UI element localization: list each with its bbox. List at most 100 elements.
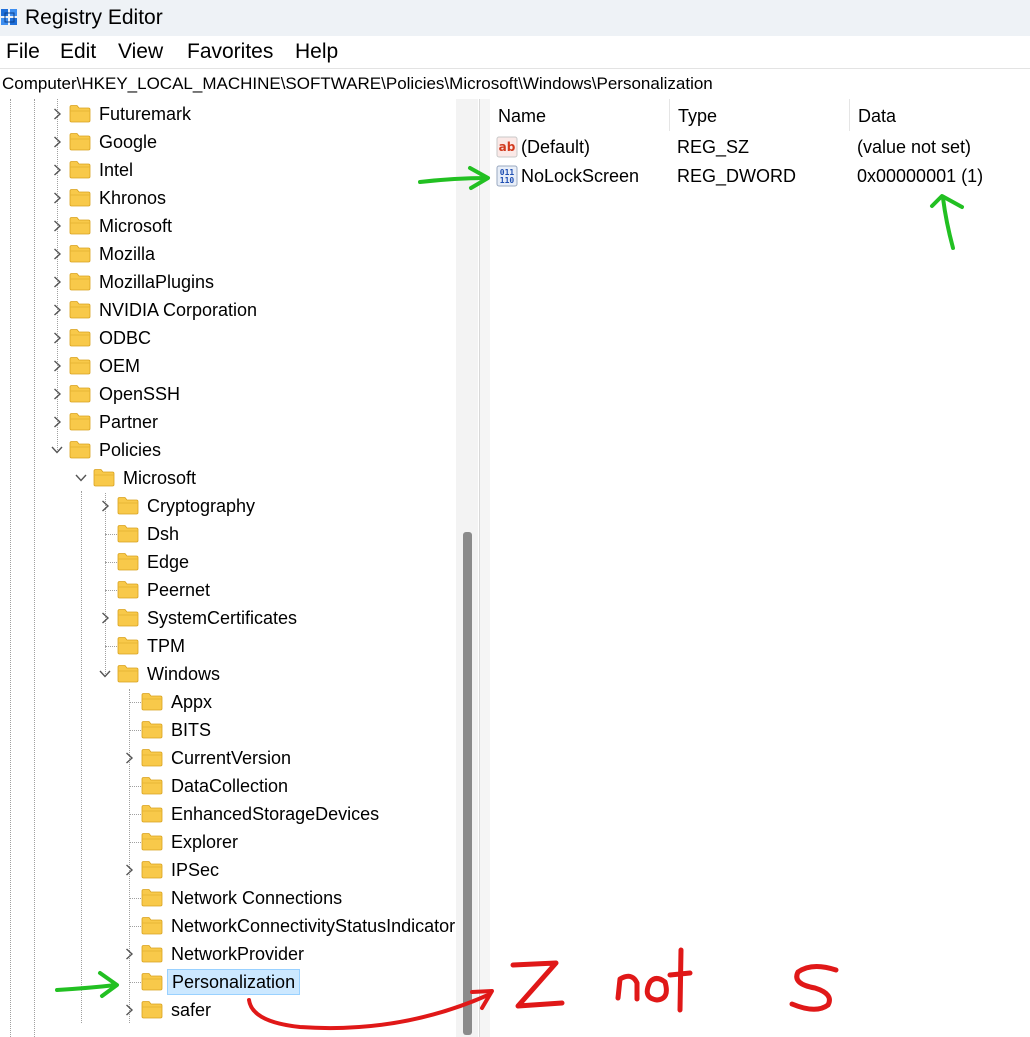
tree-node[interactable]: Futuremark bbox=[51, 101, 470, 127]
tree-node-label[interactable]: DataCollection bbox=[167, 774, 292, 798]
menu-edit[interactable]: Edit bbox=[60, 39, 96, 65]
chevron-right-icon[interactable] bbox=[99, 612, 111, 624]
chevron-right-icon[interactable] bbox=[51, 248, 63, 260]
tree-node-label[interactable]: OpenSSH bbox=[95, 382, 184, 406]
tree-node[interactable]: OpenSSH bbox=[51, 381, 470, 407]
tree-node-label[interactable]: Appx bbox=[167, 690, 216, 714]
column-header-type[interactable]: Type bbox=[670, 99, 850, 131]
tree-node-label[interactable]: Dsh bbox=[143, 522, 183, 546]
tree-node-label[interactable]: Explorer bbox=[167, 830, 242, 854]
tree-node[interactable]: Microsoft bbox=[51, 213, 470, 239]
tree-node-label[interactable]: Personalization bbox=[167, 969, 301, 995]
tree-node-label[interactable]: Peernet bbox=[143, 578, 214, 602]
tree-node-label[interactable]: Google bbox=[95, 130, 161, 154]
tree-node-label[interactable]: SystemCertificates bbox=[143, 606, 301, 630]
chevron-right-icon[interactable] bbox=[123, 864, 135, 876]
tree-scrollbar-thumb[interactable] bbox=[463, 532, 472, 1035]
tree-node-label[interactable]: Cryptography bbox=[143, 494, 259, 518]
tree-node-label[interactable]: NetworkConnectivityStatusIndicator bbox=[167, 914, 459, 938]
tree-node[interactable]: EnhancedStorageDevices bbox=[123, 801, 470, 827]
tree-node[interactable]: Peernet bbox=[99, 577, 470, 603]
tree-node-label[interactable]: Microsoft bbox=[119, 466, 200, 490]
tree-node[interactable]: Explorer bbox=[123, 829, 470, 855]
chevron-right-icon[interactable] bbox=[51, 416, 63, 428]
address-bar[interactable]: Computer\HKEY_LOCAL_MACHINE\SOFTWARE\Pol… bbox=[0, 68, 1030, 100]
tree-node-label[interactable]: Partner bbox=[95, 410, 162, 434]
column-header-data[interactable]: Data bbox=[850, 99, 1030, 131]
chevron-right-icon[interactable] bbox=[51, 108, 63, 120]
tree-node-label[interactable]: NetworkProvider bbox=[167, 942, 308, 966]
tree-node-label[interactable]: IPSec bbox=[167, 858, 223, 882]
chevron-right-icon[interactable] bbox=[51, 192, 63, 204]
menu-help[interactable]: Help bbox=[295, 39, 338, 65]
chevron-down-icon[interactable] bbox=[99, 668, 111, 680]
tree-node-label[interactable]: CurrentVersion bbox=[167, 746, 295, 770]
tree-node[interactable]: MozillaPlugins bbox=[51, 269, 470, 295]
chevron-right-icon[interactable] bbox=[123, 1004, 135, 1016]
tree-node[interactable]: Khronos bbox=[51, 185, 470, 211]
tree-node[interactable]: NVIDIA Corporation bbox=[51, 297, 470, 323]
chevron-down-icon[interactable] bbox=[75, 472, 87, 484]
tree-node-label[interactable]: Mozilla bbox=[95, 242, 159, 266]
tree-node[interactable]: SystemCertificates bbox=[99, 605, 470, 631]
tree-node-label[interactable]: MozillaPlugins bbox=[95, 270, 218, 294]
registry-tree[interactable]: Futuremark Google Intel Khronos Microsoft Moz… bbox=[0, 99, 479, 1037]
tree-node-label[interactable]: NVIDIA Corporation bbox=[95, 298, 261, 322]
column-header-name[interactable]: Name bbox=[490, 99, 670, 131]
value-row-nolockscreen[interactable]: 011 110 NoLockScreen REG_DWORD 0x0000000… bbox=[490, 162, 1030, 190]
tree-node[interactable]: Intel bbox=[51, 157, 470, 183]
tree-node[interactable]: BITS bbox=[123, 717, 470, 743]
values-pane[interactable]: Name Type Data ab (Default) REG_SZ (valu… bbox=[490, 99, 1030, 1037]
tree-node-label[interactable]: BITS bbox=[167, 718, 215, 742]
chevron-right-icon[interactable] bbox=[51, 304, 63, 316]
tree-node[interactable]: Edge bbox=[99, 549, 470, 575]
tree-node[interactable]: Mozilla bbox=[51, 241, 470, 267]
tree-node[interactable]: DataCollection bbox=[123, 773, 470, 799]
chevron-right-icon[interactable] bbox=[123, 752, 135, 764]
tree-node[interactable]: Google bbox=[51, 129, 470, 155]
menu-view[interactable]: View bbox=[118, 39, 163, 65]
tree-node-label[interactable]: safer bbox=[167, 998, 215, 1022]
tree-node-label[interactable]: Futuremark bbox=[95, 102, 195, 126]
menu-favorites[interactable]: Favorites bbox=[187, 39, 273, 65]
chevron-right-icon[interactable] bbox=[51, 136, 63, 148]
tree-node[interactable]: Windows bbox=[99, 661, 470, 687]
chevron-right-icon[interactable] bbox=[51, 164, 63, 176]
tree-node[interactable]: Personalization bbox=[123, 969, 470, 995]
tree-node[interactable]: CurrentVersion bbox=[123, 745, 470, 771]
tree-node[interactable]: NetworkConnectivityStatusIndicator bbox=[123, 913, 470, 939]
value-row-default[interactable]: ab (Default) REG_SZ (value not set) bbox=[490, 133, 1030, 161]
tree-node-label[interactable]: Network Connections bbox=[167, 886, 346, 910]
chevron-right-icon[interactable] bbox=[51, 276, 63, 288]
menu-file[interactable]: File bbox=[6, 39, 40, 65]
tree-node[interactable]: Microsoft bbox=[75, 465, 470, 491]
tree-node-label[interactable]: Microsoft bbox=[95, 214, 176, 238]
tree-node[interactable]: Cryptography bbox=[99, 493, 470, 519]
tree-node-label[interactable]: Policies bbox=[95, 438, 165, 462]
chevron-right-icon[interactable] bbox=[99, 500, 111, 512]
tree-node-label[interactable]: Intel bbox=[95, 158, 137, 182]
tree-node[interactable]: IPSec bbox=[123, 857, 470, 883]
tree-node-label[interactable]: ODBC bbox=[95, 326, 155, 350]
chevron-right-icon[interactable] bbox=[123, 948, 135, 960]
chevron-right-icon[interactable] bbox=[51, 360, 63, 372]
tree-node[interactable]: safer bbox=[123, 997, 470, 1023]
tree-node-label[interactable]: Khronos bbox=[95, 186, 170, 210]
chevron-right-icon[interactable] bbox=[51, 332, 63, 344]
tree-node-label[interactable]: TPM bbox=[143, 634, 189, 658]
tree-node[interactable]: Policies bbox=[51, 437, 470, 463]
tree-node[interactable]: NetworkProvider bbox=[123, 941, 470, 967]
tree-node[interactable]: Appx bbox=[123, 689, 470, 715]
tree-node-label[interactable]: EnhancedStorageDevices bbox=[167, 802, 383, 826]
address-path[interactable]: Computer\HKEY_LOCAL_MACHINE\SOFTWARE\Pol… bbox=[2, 73, 713, 95]
tree-node[interactable]: ODBC bbox=[51, 325, 470, 351]
tree-node[interactable]: Dsh bbox=[99, 521, 470, 547]
tree-node-label[interactable]: Edge bbox=[143, 550, 193, 574]
tree-scrollbar[interactable] bbox=[456, 99, 478, 1037]
tree-node[interactable]: Network Connections bbox=[123, 885, 470, 911]
tree-node[interactable]: TPM bbox=[99, 633, 470, 659]
tree-node-label[interactable]: OEM bbox=[95, 354, 144, 378]
tree-node[interactable]: Partner bbox=[51, 409, 470, 435]
chevron-right-icon[interactable] bbox=[51, 388, 63, 400]
chevron-down-icon[interactable] bbox=[51, 444, 63, 456]
